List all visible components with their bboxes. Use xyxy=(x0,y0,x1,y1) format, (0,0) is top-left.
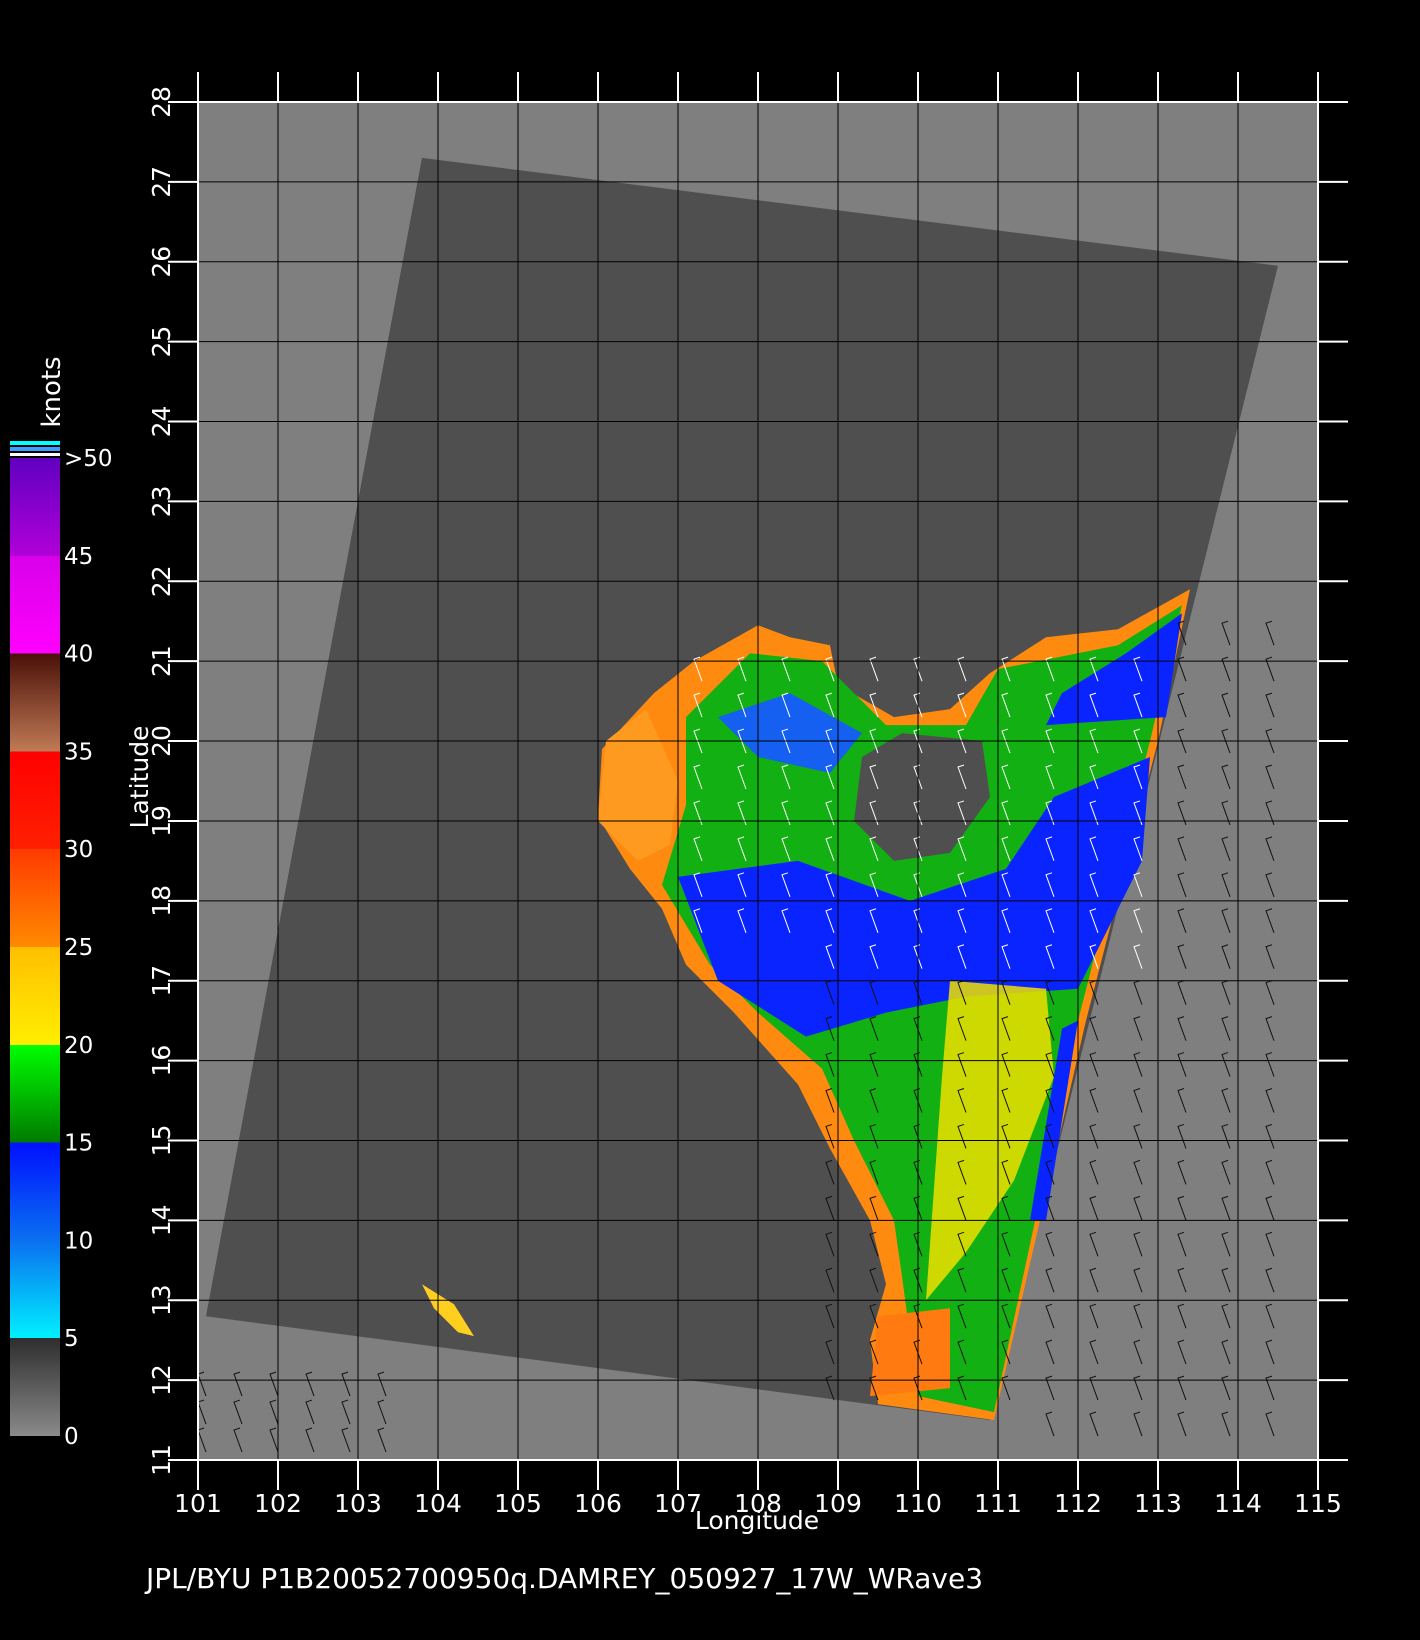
lat-tick-label: 11 xyxy=(147,1444,176,1476)
lat-tick-label: 22 xyxy=(147,565,176,597)
lon-tick-label: 104 xyxy=(414,1489,462,1518)
lat-tick-label: 12 xyxy=(147,1364,176,1396)
colorbar-labels: 0 5 10 15 20 25 30 35 40 45 >50 xyxy=(64,446,113,1450)
colorbar-cap-cyan xyxy=(10,441,60,445)
lat-tick-label: 14 xyxy=(147,1204,176,1236)
caption: JPL/BYU P1B20052700950q.DAMREY_050927_17… xyxy=(144,1562,983,1595)
y-axis-label: Latitude xyxy=(125,726,154,829)
lon-tick-label: 111 xyxy=(974,1489,1022,1518)
lat-tick-label: 24 xyxy=(147,406,176,438)
colorbar-label: 35 xyxy=(64,739,93,765)
colorbar-label: 20 xyxy=(64,1033,93,1059)
lat-tick-label: 26 xyxy=(147,246,176,278)
south-strong-wind-patch xyxy=(870,1308,950,1397)
lat-tick-label: 23 xyxy=(147,486,176,518)
lat-tick-label: 28 xyxy=(147,86,176,118)
colorbar-label: >50 xyxy=(64,446,113,472)
x-axis-label: Longitude xyxy=(695,1506,819,1535)
colorbar: 0 5 10 15 20 25 30 35 40 45 >50 knots xyxy=(10,356,113,1450)
map-panel: 101 102 103 104 105 106 107 108 109 110 111 112 113 1… xyxy=(125,72,1348,1535)
scatterometer-wind-map: 101 102 103 104 105 106 107 108 109 110 111 112 113 1… xyxy=(10,72,1348,1595)
lat-tick-label: 18 xyxy=(147,885,176,917)
colorbar-cap-white xyxy=(10,453,60,456)
lon-tick-label: 105 xyxy=(494,1489,542,1518)
lat-tick-label: 27 xyxy=(147,166,176,198)
colorbar-scale xyxy=(10,458,60,1436)
colorbar-label: 15 xyxy=(64,1131,93,1157)
colorbar-label: 30 xyxy=(64,837,93,863)
colorbar-label: 45 xyxy=(64,544,93,570)
colorbar-label: 0 xyxy=(64,1424,79,1450)
lon-tick-label: 115 xyxy=(1294,1489,1342,1518)
colorbar-label: 25 xyxy=(64,935,93,961)
colorbar-cap-blue xyxy=(10,447,60,451)
lat-tick-label: 16 xyxy=(147,1045,176,1077)
lon-tick-label: 103 xyxy=(334,1489,382,1518)
lat-tick-label: 17 xyxy=(147,965,176,997)
lat-tick-label: 25 xyxy=(147,326,176,358)
colorbar-label: 10 xyxy=(64,1228,93,1254)
lon-tick-label: 114 xyxy=(1214,1489,1262,1518)
lat-tick-label: 15 xyxy=(147,1125,176,1157)
lon-tick-label: 112 xyxy=(1054,1489,1102,1518)
lon-tick-label: 106 xyxy=(574,1489,622,1518)
lon-tick-label: 109 xyxy=(814,1489,862,1518)
lon-tick-label: 102 xyxy=(254,1489,302,1518)
lon-tick-label: 101 xyxy=(174,1489,222,1518)
lon-tick-label: 110 xyxy=(894,1489,942,1518)
colorbar-label: 5 xyxy=(64,1326,79,1352)
colorbar-label: 40 xyxy=(64,642,93,668)
colorbar-unit-label: knots xyxy=(37,356,67,427)
lon-tick-label: 113 xyxy=(1134,1489,1182,1518)
lat-tick-label: 13 xyxy=(147,1284,176,1316)
lat-tick-label: 21 xyxy=(147,645,176,677)
